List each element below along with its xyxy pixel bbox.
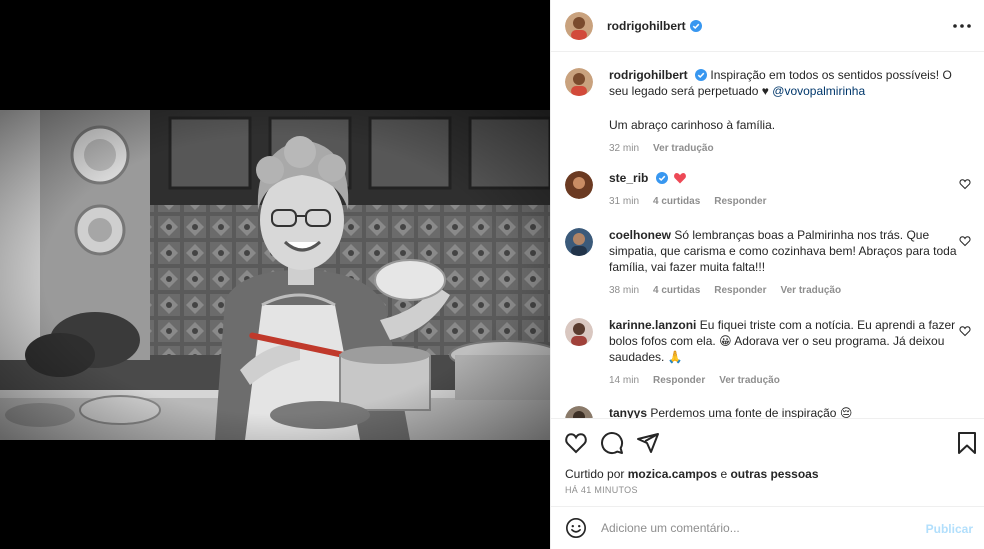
comment-text: ste_rib xyxy=(609,170,959,186)
share-icon[interactable] xyxy=(636,431,660,455)
like-comment-heart-icon[interactable] xyxy=(959,325,971,337)
liked-by-prefix: Curtido por xyxy=(565,467,625,481)
comment-time[interactable]: 38 min xyxy=(609,285,639,296)
caption-mention[interactable]: @vovopalmirinha xyxy=(772,84,865,98)
caption-meta: 32 min Ver tradução xyxy=(609,143,959,154)
comment-likes[interactable]: 4 curtidas xyxy=(653,196,700,207)
verified-icon xyxy=(695,69,708,81)
reply-button[interactable]: Responder xyxy=(714,285,766,296)
comment-row: coelhonew Só lembranças boas a Palmirinh… xyxy=(565,227,971,296)
verified-icon xyxy=(689,19,702,32)
reply-button[interactable]: Responder xyxy=(653,375,705,386)
comment-text: coelhonew Só lembranças boas a Palmirinh… xyxy=(609,227,959,275)
translate-link[interactable]: Ver tradução xyxy=(719,375,780,386)
comment-meta: 38 min 4 curtidas Responder Ver tradução xyxy=(609,285,959,296)
caption-heart: ♥ xyxy=(761,84,769,98)
caption-text: rodrigohilbert Inspiração em todos os se… xyxy=(609,67,959,99)
like-comment-heart-icon[interactable] xyxy=(959,178,971,190)
post-media xyxy=(0,0,550,549)
heart-icon[interactable] xyxy=(564,431,588,455)
comment-row: ste_rib 31 min 4 curtidas Responder xyxy=(565,170,971,207)
comment-time[interactable]: 14 min xyxy=(609,375,639,386)
comment-icon[interactable] xyxy=(600,431,624,455)
verified-icon xyxy=(655,172,668,184)
emoji-icon[interactable] xyxy=(565,517,587,539)
translate-link[interactable]: Ver tradução xyxy=(653,143,714,154)
comment-row: karinne.lanzoni Eu fiquei triste com a n… xyxy=(565,317,971,386)
add-comment-bar: Publicar xyxy=(551,506,984,549)
author-avatar[interactable] xyxy=(565,68,593,96)
comment-text: karinne.lanzoni Eu fiquei triste com a n… xyxy=(609,317,959,365)
comments-list[interactable]: rodrigohilbert Inspiração em todos os se… xyxy=(551,53,984,418)
caption-time[interactable]: 32 min xyxy=(609,143,639,154)
commenter-username[interactable]: karinne.lanzoni xyxy=(609,318,696,332)
commenter-username[interactable]: ste_rib xyxy=(609,171,648,185)
commenter-username[interactable]: coelhonew xyxy=(609,228,671,242)
like-comment-heart-icon[interactable] xyxy=(959,235,971,247)
comment-likes[interactable]: 4 curtidas xyxy=(653,285,700,296)
commenter-avatar[interactable] xyxy=(565,171,593,199)
comment-input[interactable] xyxy=(601,521,901,535)
more-icon xyxy=(953,24,971,28)
comment-text: tanyys Perdemos uma fonte de inspiração … xyxy=(609,405,959,418)
emoji: 😔 xyxy=(839,406,853,418)
caption-row: rodrigohilbert Inspiração em todos os se… xyxy=(565,67,971,154)
post-actions: Curtido por mozica.campos e outras pesso… xyxy=(551,418,984,508)
emoji: 😀 xyxy=(719,334,732,348)
author-username[interactable]: rodrigohilbert xyxy=(607,19,686,33)
caption-line-2: Um abraço carinhoso à família. xyxy=(609,118,776,132)
liked-by-user[interactable]: mozica.campos xyxy=(628,467,717,481)
commenter-avatar[interactable] xyxy=(565,406,593,418)
comment-body: Perdemos uma fonte de inspiração xyxy=(650,406,837,418)
caption-username[interactable]: rodrigohilbert xyxy=(609,68,688,82)
red-heart-icon xyxy=(674,173,686,184)
post-timestamp[interactable]: HÁ 41 MINUTOS xyxy=(565,485,638,495)
liked-by-text: Curtido por mozica.campos e outras pesso… xyxy=(565,467,819,481)
commenter-avatar[interactable] xyxy=(565,318,593,346)
more-options-button[interactable] xyxy=(951,16,973,36)
comment-time[interactable]: 31 min xyxy=(609,196,639,207)
commenter-username[interactable]: tanyys xyxy=(609,406,647,418)
reply-button[interactable]: Responder xyxy=(714,196,766,207)
publish-button[interactable]: Publicar xyxy=(926,522,973,536)
author-avatar[interactable] xyxy=(565,11,593,40)
post-details-panel: rodrigohilbert rodrigohilbert Inspiração… xyxy=(550,0,984,549)
emoji: 🙏 xyxy=(667,350,683,364)
commenter-avatar[interactable] xyxy=(565,228,593,256)
bookmark-icon[interactable] xyxy=(955,431,979,455)
comment-meta: 14 min Responder Ver tradução xyxy=(609,375,959,386)
post-photo[interactable] xyxy=(0,110,550,440)
post-header: rodrigohilbert xyxy=(551,0,984,52)
translate-link[interactable]: Ver tradução xyxy=(781,285,842,296)
comment-meta: 31 min 4 curtidas Responder xyxy=(609,196,959,207)
liked-by-others[interactable]: outras pessoas xyxy=(730,467,818,481)
liked-by-mid: e xyxy=(720,467,728,481)
comment-row: tanyys Perdemos uma fonte de inspiração … xyxy=(565,405,971,418)
